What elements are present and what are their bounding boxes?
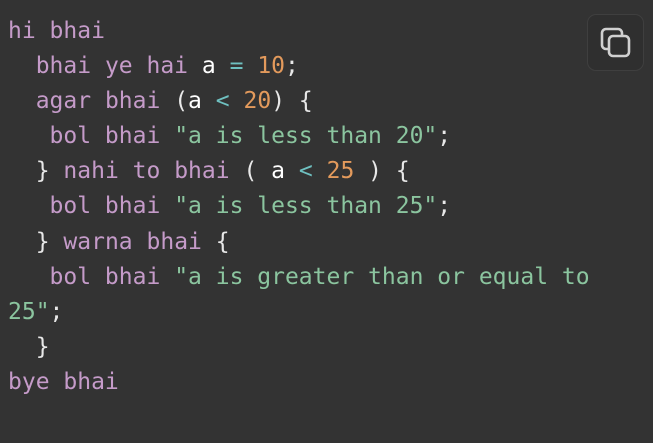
code-line-8: bol bhai "a is greater than or equal to …	[8, 264, 603, 325]
operator-less-than: <	[215, 88, 230, 115]
copy-button[interactable]	[587, 14, 644, 71]
keyword-agar-bhai: agar bhai	[35, 88, 161, 115]
open-paren: (	[243, 158, 258, 185]
keyword-bol-bhai: bol bhai	[49, 123, 161, 150]
code-line-9: }	[8, 334, 50, 360]
operator-less-than: <	[298, 158, 313, 185]
variable-a: a	[188, 88, 202, 115]
number-literal: 20	[243, 88, 272, 115]
code-line-1: hi bhai	[8, 18, 105, 44]
number-literal: 25	[326, 158, 355, 185]
code-line-7: } warna bhai {	[8, 229, 230, 255]
code-line-5: } nahi to bhai ( a < 25 ) {	[8, 158, 410, 184]
open-brace: {	[215, 228, 230, 255]
operator-assign: =	[229, 53, 244, 80]
keyword-hi-bhai: hi bhai	[8, 18, 105, 44]
semicolon: ;	[285, 53, 299, 80]
close-paren-brace: ) {	[271, 88, 313, 115]
close-paren-brace: ) {	[368, 158, 410, 185]
close-brace: }	[35, 158, 50, 185]
variable-a: a	[271, 158, 286, 185]
close-brace: }	[35, 228, 50, 255]
string-literal: "a is less than 25"	[174, 193, 438, 220]
code-line-4: bol bhai "a is less than 20";	[8, 123, 452, 150]
keyword-bye-bhai: bye bhai	[8, 368, 119, 395]
keyword-warna-bhai: warna bhai	[63, 228, 202, 255]
code-line-2: bhai ye hai a = 10;	[8, 53, 299, 79]
code-line-10: bye bhai	[8, 369, 119, 395]
code-line-6: bol bhai "a is less than 25";	[8, 193, 452, 220]
code-block: hi bhai bhai ye hai a = 10; agar bhai (a…	[0, 0, 653, 443]
code-line-3: agar bhai (a < 20) {	[8, 88, 313, 114]
semicolon: ;	[437, 123, 452, 150]
code-content: hi bhai bhai ye hai a = 10; agar bhai (a…	[8, 14, 648, 400]
string-literal: "a is less than 20"	[174, 123, 438, 150]
keyword-bhai-ye-hai: bhai ye hai	[35, 53, 189, 80]
semicolon: ;	[49, 298, 64, 325]
open-paren: (	[174, 88, 189, 115]
variable-a: a	[201, 53, 216, 80]
keyword-bol-bhai: bol bhai	[49, 263, 161, 290]
keyword-bol-bhai: bol bhai	[49, 193, 161, 220]
keyword-nahi-to-bhai: nahi to bhai	[63, 158, 230, 185]
copy-icon	[600, 27, 630, 57]
semicolon: ;	[437, 193, 452, 220]
close-brace: }	[35, 333, 50, 360]
number-literal: 10	[257, 53, 286, 80]
